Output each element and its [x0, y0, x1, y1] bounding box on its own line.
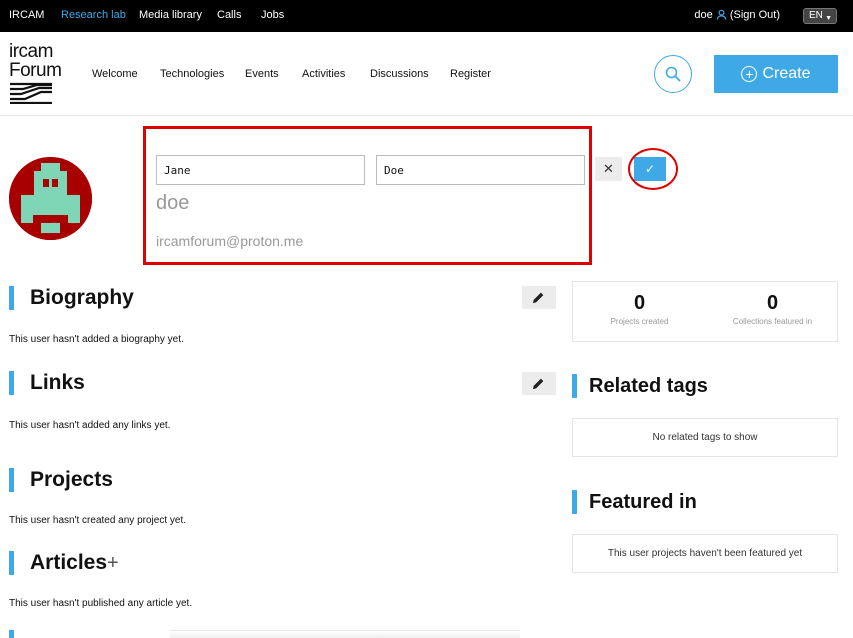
avatar[interactable] — [9, 157, 92, 240]
topbar-link-media-library[interactable]: Media library — [139, 9, 202, 21]
nav-technologies[interactable]: Technologies — [160, 68, 224, 80]
first-name-input[interactable]: Jane — [156, 155, 365, 185]
logo-text-ircam: ircam — [9, 41, 53, 62]
next-section-marker — [9, 630, 14, 638]
close-icon: ✕ — [603, 161, 614, 176]
topbar-link-research-lab[interactable]: Research lab — [61, 9, 126, 21]
links-text: This user hasn't added any links yet. — [9, 420, 171, 431]
pencil-icon — [532, 378, 544, 390]
projects-text: This user hasn't created any project yet… — [9, 515, 186, 526]
biography-title: Biography — [9, 286, 134, 310]
chevron-down-icon: ▼ — [825, 15, 832, 22]
top-bar: IRCAM Research lab Media library Calls J… — [0, 0, 853, 32]
last-name-input[interactable]: Doe — [376, 155, 585, 185]
language-value: EN — [809, 10, 823, 21]
projects-created-label: Projects created — [610, 317, 669, 326]
projects-title: Projects — [9, 468, 113, 492]
edit-biography-button[interactable] — [522, 286, 556, 309]
language-select[interactable]: EN ▼ — [803, 8, 837, 24]
logo-text-forum: Forum — [9, 60, 62, 81]
featured-in-title: Featured in — [572, 490, 697, 514]
biography-text: This user hasn't added a biography yet. — [9, 334, 184, 345]
sign-out-link[interactable]: (Sign Out) — [730, 9, 780, 21]
ircam-forum-logo[interactable]: ircam Forum — [9, 41, 62, 104]
logo-waves-icon — [10, 82, 52, 104]
nav-discussions[interactable]: Discussions — [370, 68, 429, 80]
search-button[interactable] — [654, 55, 692, 93]
profile-email: ircamforum@proton.me — [156, 233, 304, 249]
topbar-username[interactable]: doe — [694, 9, 712, 21]
profile-name-edit-form: Jane Doe doe ircamforum@proton.me — [143, 126, 592, 265]
pixel-avatar-icon — [9, 157, 92, 240]
articles-title: Articles — [9, 551, 107, 575]
topbar-link-jobs[interactable]: Jobs — [261, 9, 284, 21]
featured-in-empty: This user projects haven't been featured… — [572, 534, 838, 573]
related-tags-title: Related tags — [572, 374, 708, 398]
bottom-overlay-edge — [170, 630, 520, 638]
profile-stats: 0 Projects created 0 Collections feature… — [572, 281, 838, 342]
topbar-link-calls[interactable]: Calls — [217, 9, 241, 21]
collections-featured-label: Collections featured in — [732, 317, 813, 326]
create-label: Create — [762, 65, 811, 82]
nav-welcome[interactable]: Welcome — [92, 68, 138, 80]
articles-text: This user hasn't published any article y… — [9, 598, 193, 609]
user-icon — [716, 9, 727, 20]
add-article-plus-icon[interactable]: + — [107, 553, 119, 573]
main-header: ircam Forum Welcome Technologies Events … — [0, 32, 853, 116]
projects-created-count: 0 — [633, 292, 646, 314]
profile-username: doe — [156, 192, 190, 214]
nav-activities[interactable]: Activities — [302, 68, 345, 80]
collections-featured-count: 0 — [766, 292, 779, 314]
pencil-icon — [532, 292, 544, 304]
topbar-link-ircam[interactable]: IRCAM — [9, 9, 44, 21]
stat-projects-created: 0 Projects created — [573, 292, 706, 326]
stat-collections-featured: 0 Collections featured in — [706, 292, 839, 326]
plus-circle-icon: + — [741, 66, 758, 82]
nav-register[interactable]: Register — [450, 68, 491, 80]
create-button[interactable]: + Create — [714, 55, 838, 93]
related-tags-empty: No related tags to show — [572, 418, 838, 457]
highlight-circle — [628, 148, 678, 190]
edit-links-button[interactable] — [522, 372, 556, 395]
user-menu[interactable]: doe (Sign Out) — [694, 9, 780, 21]
nav-events[interactable]: Events — [245, 68, 279, 80]
links-title: Links — [9, 371, 85, 395]
search-icon — [665, 66, 681, 82]
cancel-edit-button[interactable]: ✕ — [595, 157, 622, 181]
